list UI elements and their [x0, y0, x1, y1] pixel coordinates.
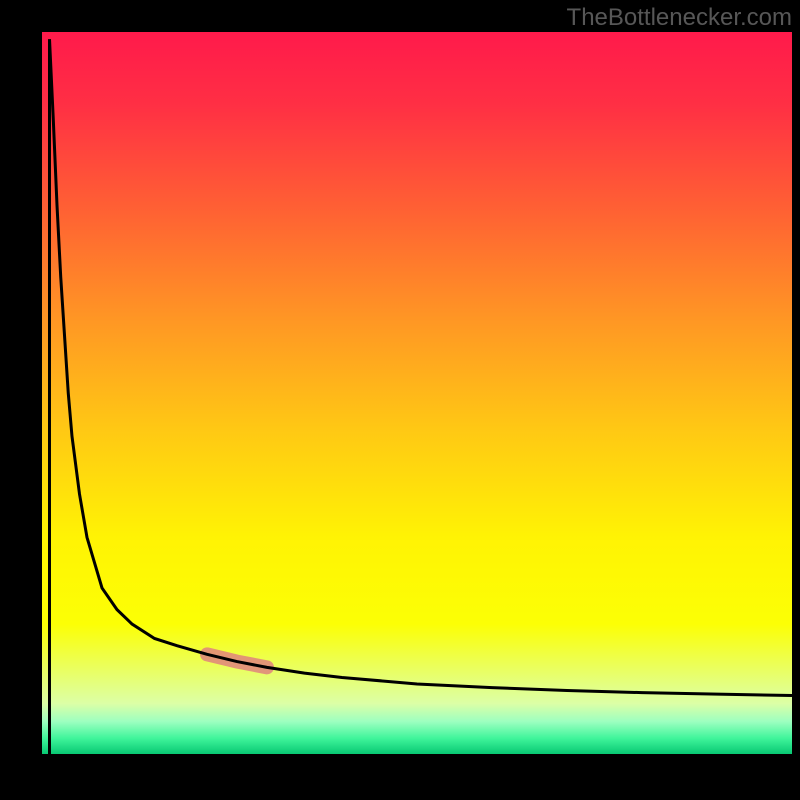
plot-area	[42, 32, 792, 754]
chart-frame: TheBottlenecker.com	[0, 0, 800, 800]
bottleneck-curve-line	[50, 39, 793, 695]
curve-layer	[42, 32, 792, 754]
watermark-text: TheBottlenecker.com	[567, 4, 792, 32]
